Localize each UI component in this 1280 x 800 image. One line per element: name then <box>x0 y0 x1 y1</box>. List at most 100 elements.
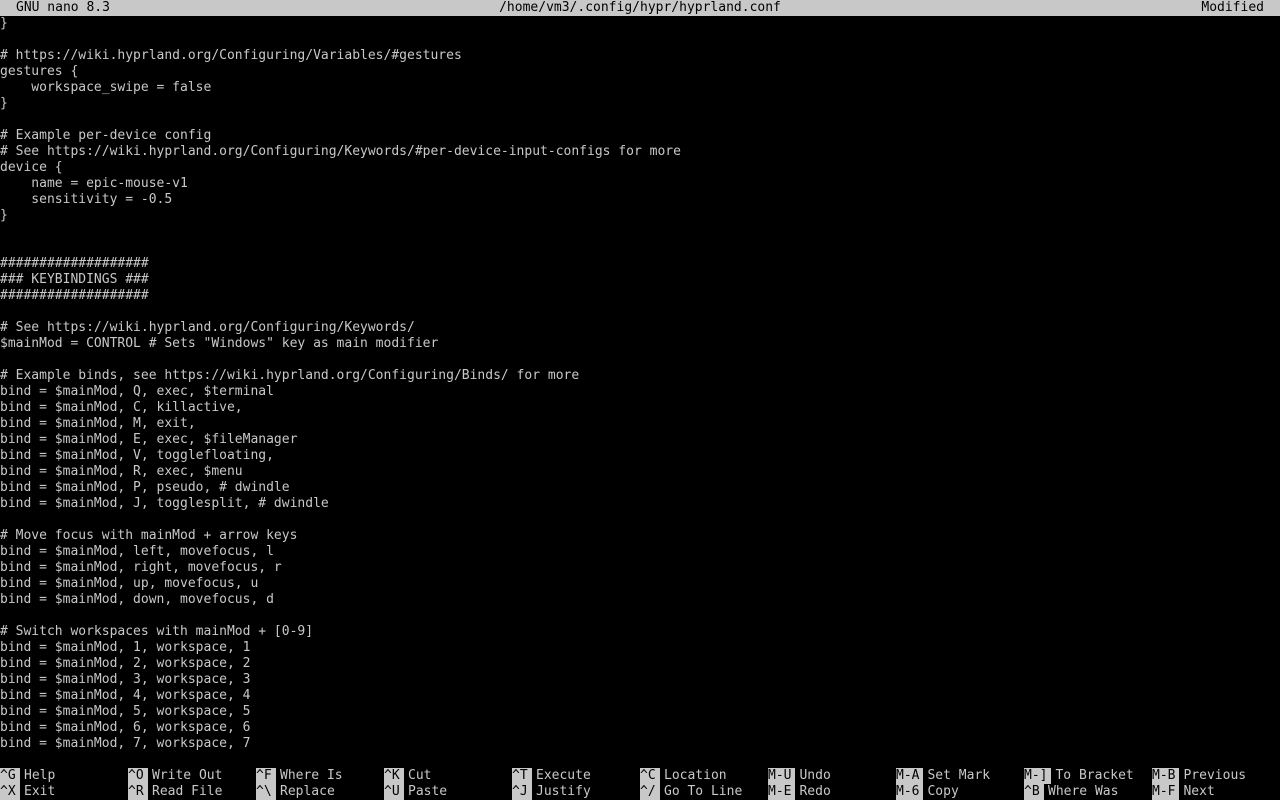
shortcut-execute[interactable]: ^T Execute <box>512 768 640 784</box>
shortcut-location[interactable]: ^C Location <box>640 768 768 784</box>
shortcut-key: M-] <box>1024 768 1052 784</box>
shortcut-label: Help <box>24 768 56 783</box>
editor-line[interactable]: ### KEYBINDINGS ### <box>0 272 1280 288</box>
editor-line[interactable]: } <box>0 208 1280 224</box>
editor-line[interactable]: bind = $mainMod, down, movefocus, d <box>0 592 1280 608</box>
shortcut-key: ^G <box>0 768 20 784</box>
shortcut-previous[interactable]: M-B Previous <box>1152 768 1280 784</box>
shortcut-key: ^\ <box>256 784 276 800</box>
shortcut-label: Previous <box>1183 768 1247 783</box>
shortcut-paste[interactable]: ^U Paste <box>384 784 512 800</box>
editor-line[interactable]: bind = $mainMod, left, movefocus, l <box>0 544 1280 560</box>
editor-line[interactable]: device { <box>0 160 1280 176</box>
editor-line[interactable]: # Switch workspaces with mainMod + [0-9] <box>0 624 1280 640</box>
shortcut-key: ^F <box>256 768 276 784</box>
editor-line[interactable]: bind = $mainMod, C, killactive, <box>0 400 1280 416</box>
editor-line[interactable]: # Move focus with mainMod + arrow keys <box>0 528 1280 544</box>
editor-line[interactable] <box>0 240 1280 256</box>
editor-line[interactable]: bind = $mainMod, 1, workspace, 1 <box>0 640 1280 656</box>
editor-line[interactable]: bind = $mainMod, up, movefocus, u <box>0 576 1280 592</box>
editor-line[interactable] <box>0 512 1280 528</box>
editor-line[interactable]: bind = $mainMod, right, movefocus, r <box>0 560 1280 576</box>
editor-line[interactable] <box>0 608 1280 624</box>
shortcut-key: M-E <box>768 784 796 800</box>
shortcut-where-was[interactable]: ^B Where Was <box>1024 784 1152 800</box>
shortcut-key: ^X <box>0 784 20 800</box>
shortcut-justify[interactable]: ^J Justify <box>512 784 640 800</box>
shortcut-replace[interactable]: ^\ Replace <box>256 784 384 800</box>
shortcut-label: Paste <box>408 784 448 799</box>
editor-line[interactable]: bind = $mainMod, J, togglesplit, # dwind… <box>0 496 1280 512</box>
editor-line[interactable]: } <box>0 16 1280 32</box>
shortcut-label: Execute <box>536 768 591 783</box>
shortcut-key: ^C <box>640 768 660 784</box>
shortcut-key: ^/ <box>640 784 660 800</box>
shortcut-label: Go To Line <box>664 784 743 799</box>
shortcut-label: Location <box>664 768 727 783</box>
shortcut-redo[interactable]: M-E Redo <box>768 784 896 800</box>
editor-line[interactable]: bind = $mainMod, P, pseudo, # dwindle <box>0 480 1280 496</box>
shortcut-set-mark[interactable]: M-A Set Mark <box>896 768 1024 784</box>
editor-line[interactable]: bind = $mainMod, 3, workspace, 3 <box>0 672 1280 688</box>
shortcut-cut[interactable]: ^K Cut <box>384 768 512 784</box>
editor-line[interactable] <box>0 32 1280 48</box>
shortcut-key: M-F <box>1152 784 1180 800</box>
editor-line[interactable]: $mainMod = CONTROL # Sets "Windows" key … <box>0 336 1280 352</box>
editor-line[interactable]: # Example binds, see https://wiki.hyprla… <box>0 368 1280 384</box>
editor-line[interactable]: ################### <box>0 256 1280 272</box>
editor-line[interactable]: sensitivity = -0.5 <box>0 192 1280 208</box>
shortcut-key: ^J <box>512 784 532 800</box>
editor-line[interactable]: bind = $mainMod, M, exit, <box>0 416 1280 432</box>
editor-line[interactable] <box>0 304 1280 320</box>
shortcut-read-file[interactable]: ^R Read File <box>128 784 256 800</box>
shortcut-copy[interactable]: M-6 Copy <box>896 784 1024 800</box>
shortcut-label: To Bracket <box>1055 768 1134 783</box>
editor-line[interactable]: workspace_swipe = false <box>0 80 1280 96</box>
editor-line[interactable]: } <box>0 96 1280 112</box>
shortcut-label: Where Was <box>1048 784 1119 799</box>
editor-line[interactable]: bind = $mainMod, 2, workspace, 2 <box>0 656 1280 672</box>
shortcut-bar: ^G Help ^O Write Out ^F Where Is ^K Cut ^T Execut… <box>0 768 1280 800</box>
shortcut-label: Read File <box>152 784 223 799</box>
editor-line[interactable]: bind = $mainMod, V, togglefloating, <box>0 448 1280 464</box>
editor-line[interactable]: # Example per-device config <box>0 128 1280 144</box>
shortcut-label: Replace <box>280 784 335 799</box>
shortcut-key: M-U <box>768 768 796 784</box>
editor-line[interactable]: bind = $mainMod, R, exec, $menu <box>0 464 1280 480</box>
editor-line[interactable]: # https://wiki.hyprland.org/Configuring/… <box>0 48 1280 64</box>
editor-line[interactable]: bind = $mainMod, 6, workspace, 6 <box>0 720 1280 736</box>
editor-line[interactable]: name = epic-mouse-v1 <box>0 176 1280 192</box>
editor-line[interactable]: ################### <box>0 288 1280 304</box>
shortcut-where-is[interactable]: ^F Where Is <box>256 768 384 784</box>
shortcut-key: ^B <box>1024 784 1044 800</box>
modified-status: Modified <box>1201 0 1264 15</box>
editor-line[interactable]: gestures { <box>0 64 1280 80</box>
shortcut-next[interactable]: M-F Next <box>1152 784 1280 800</box>
editor-line[interactable]: bind = $mainMod, 5, workspace, 5 <box>0 704 1280 720</box>
editor-line[interactable]: bind = $mainMod, E, exec, $fileManager <box>0 432 1280 448</box>
editor-line[interactable] <box>0 224 1280 240</box>
title-bar: GNU nano 8.3 /home/vm3/.config/hypr/hypr… <box>0 0 1280 16</box>
editor-line[interactable] <box>0 352 1280 368</box>
shortcut-key: ^T <box>512 768 532 784</box>
shortcut-key: M-B <box>1152 768 1180 784</box>
shortcut-undo[interactable]: M-U Undo <box>768 768 896 784</box>
shortcut-label: Copy <box>927 784 959 799</box>
editor-line[interactable]: bind = $mainMod, Q, exec, $terminal <box>0 384 1280 400</box>
shortcut-write-out[interactable]: ^O Write Out <box>128 768 256 784</box>
shortcut-help[interactable]: ^G Help <box>0 768 128 784</box>
shortcut-label: Set Mark <box>927 768 991 783</box>
shortcut-label: Undo <box>799 768 831 783</box>
shortcut-label: Redo <box>799 784 831 799</box>
editor-line[interactable]: bind = $mainMod, 4, workspace, 4 <box>0 688 1280 704</box>
shortcut-label: Next <box>1183 784 1215 799</box>
editor-buffer[interactable]: } # https://wiki.hyprland.org/Configuring… <box>0 16 1280 752</box>
editor-line[interactable]: # See https://wiki.hyprland.org/Configur… <box>0 320 1280 336</box>
shortcut-exit[interactable]: ^X Exit <box>0 784 128 800</box>
file-path: /home/vm3/.config/hypr/hyprland.conf <box>499 0 781 15</box>
editor-line[interactable]: # See https://wiki.hyprland.org/Configur… <box>0 144 1280 160</box>
editor-line[interactable]: bind = $mainMod, 7, workspace, 7 <box>0 736 1280 752</box>
shortcut-go-to-line[interactable]: ^/ Go To Line <box>640 784 768 800</box>
shortcut-to-bracket[interactable]: M-] To Bracket <box>1024 768 1152 784</box>
editor-line[interactable] <box>0 112 1280 128</box>
